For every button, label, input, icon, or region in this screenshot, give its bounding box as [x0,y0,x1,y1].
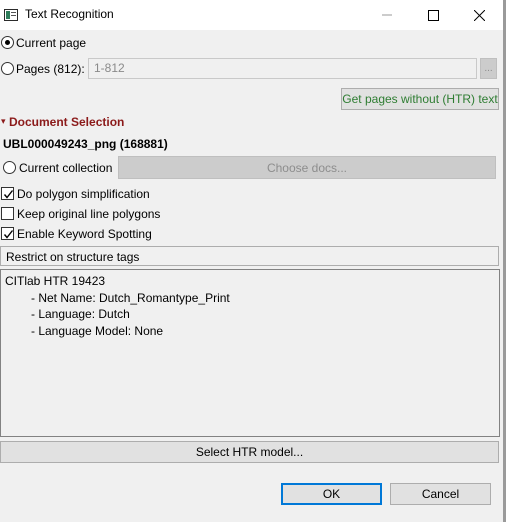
restrict-tags-label: Restrict on structure tags [6,250,140,264]
keyword-spotting-checkbox[interactable] [1,227,14,240]
keep-original-polygons-label: Keep original line polygons [17,207,161,221]
pages-label: Pages (812): [16,62,85,76]
current-page-radio[interactable] [1,36,14,49]
current-collection-radio[interactable] [3,161,16,174]
collapse-arrow-icon[interactable]: ▾ [1,116,6,127]
minimize-icon [382,14,392,16]
close-icon [473,9,485,21]
maximize-icon [427,9,439,21]
pages-radio[interactable] [1,62,14,75]
close-button[interactable] [456,0,502,30]
checkmark-icon [3,190,14,199]
app-icon [4,9,18,21]
pages-input[interactable]: 1-812 [88,58,477,79]
keep-original-polygons-checkbox[interactable] [1,207,14,220]
polygon-simplification-label: Do polygon simplification [17,187,150,201]
document-name: UBL000049243_png (168881) [3,137,168,151]
keyword-spotting-label: Enable Keyword Spotting [17,227,152,241]
model-language-model: - Language Model: None [31,324,164,338]
document-selection-header[interactable]: Document Selection [9,115,124,129]
maximize-button[interactable] [410,0,456,30]
model-language: - Language: Dutch [31,307,130,321]
model-net-name: - Net Name: Dutch_Romantype_Print [31,291,230,305]
get-pages-without-text-button[interactable]: Get pages without (HTR) text [341,88,499,110]
pages-browse-button[interactable]: ... [480,58,497,79]
polygon-simplification-checkbox[interactable] [1,187,14,200]
current-page-label: Current page [16,36,87,50]
checkmark-icon [3,230,14,239]
window-title: Text Recognition [25,7,114,21]
ok-button[interactable]: OK [281,483,382,505]
model-title: CITlab HTR 19423 [5,274,106,288]
minimize-button[interactable] [364,0,410,30]
restrict-tags-box[interactable]: Restrict on structure tags [0,246,499,266]
choose-docs-button[interactable]: Choose docs... [118,156,496,179]
current-collection-label: Current collection [19,161,113,175]
select-htr-model-button[interactable]: Select HTR model... [0,441,499,463]
model-info-textarea[interactable]: CITlab HTR 19423 - Net Name: Dutch_Roman… [0,269,500,437]
cancel-button[interactable]: Cancel [390,483,491,505]
